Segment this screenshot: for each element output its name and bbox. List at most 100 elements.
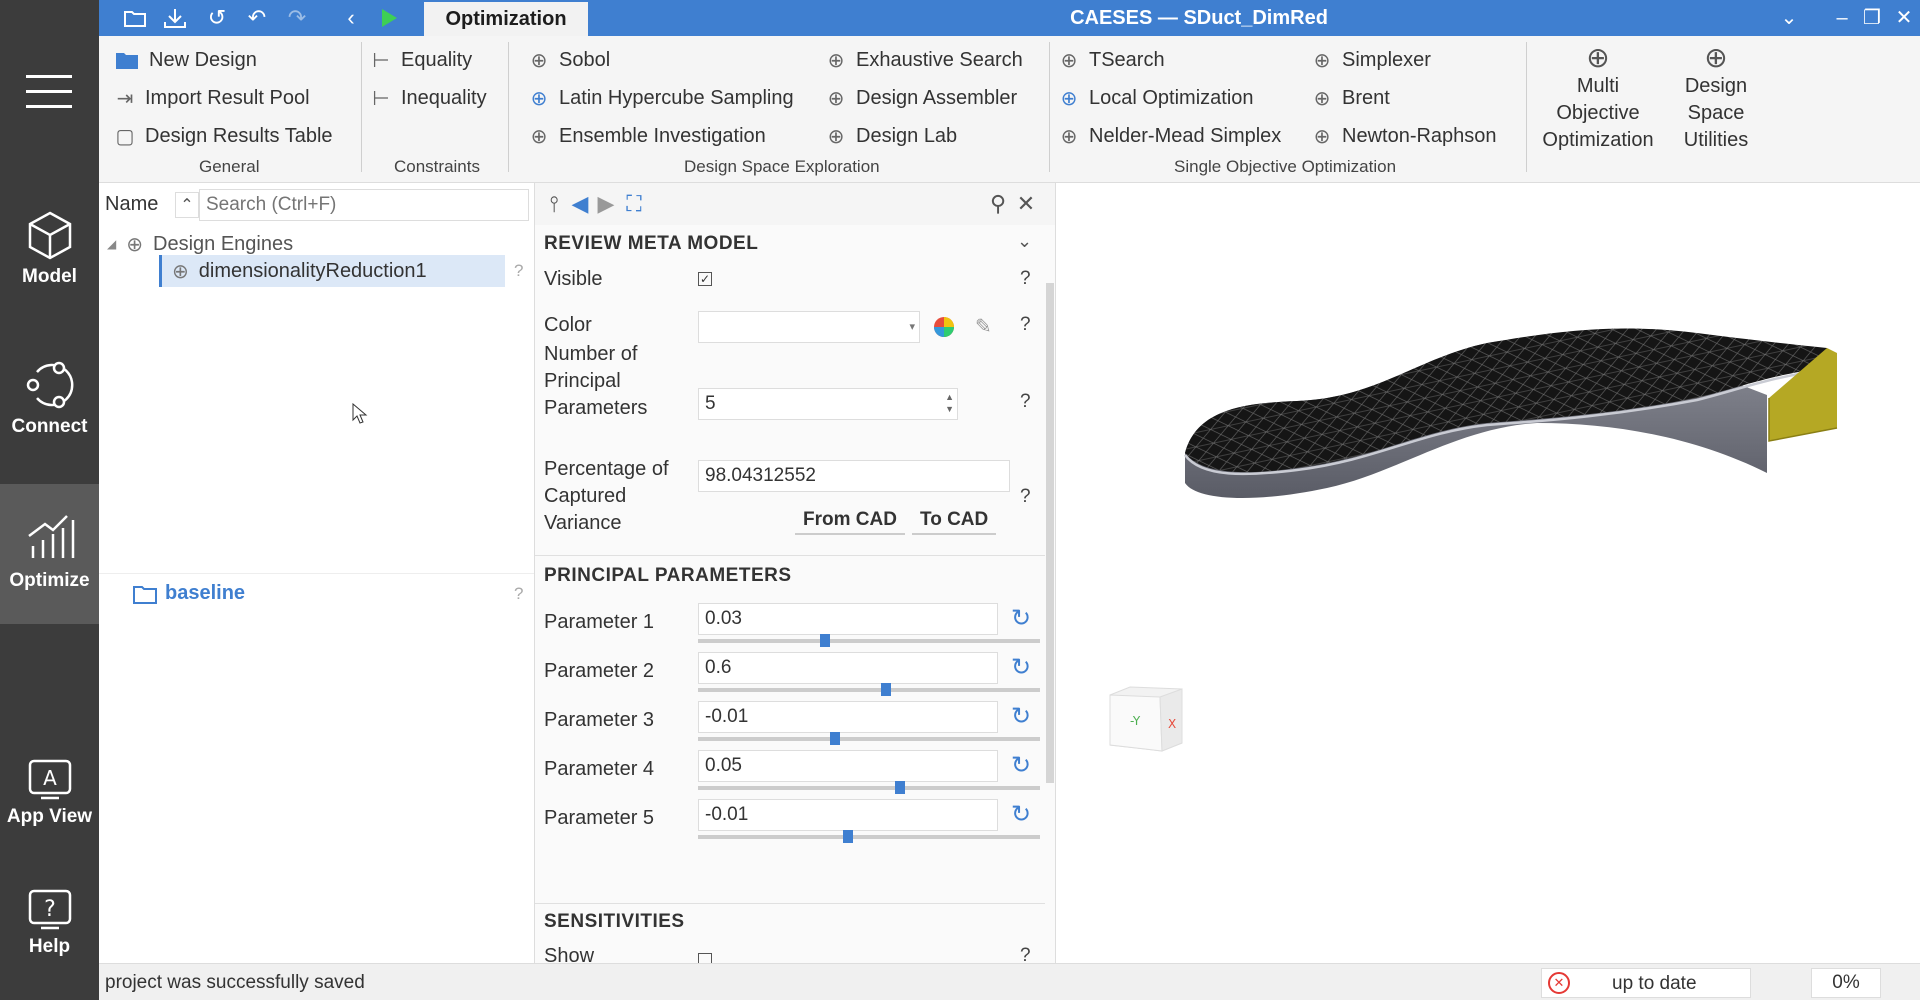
menu-icon[interactable] <box>26 75 72 109</box>
import-result-pool-button[interactable]: ⇥ Import Result Pool <box>115 82 310 114</box>
redo-icon[interactable]: ↷ <box>283 4 311 32</box>
inequality-button[interactable]: ⊢ Inequality <box>371 82 486 114</box>
color-wheel-icon[interactable] <box>933 316 955 338</box>
parameter-slider[interactable] <box>698 830 1040 843</box>
help-hint[interactable]: ? <box>514 584 523 604</box>
engine-icon: ⊕ <box>1313 87 1331 110</box>
latin-hypercube-button[interactable]: ⊕ Latin Hypercube Sampling <box>529 82 794 114</box>
parameter-slider[interactable] <box>698 781 1040 794</box>
pencil-icon[interactable]: ✎ <box>975 314 992 339</box>
tree-name-label: Name <box>105 193 159 215</box>
search-input[interactable] <box>199 189 529 221</box>
select-icon[interactable]: ⛶ <box>619 189 649 219</box>
reset-icon[interactable]: ↻ <box>1007 703 1035 731</box>
sidebar-item-connect[interactable]: Connect <box>0 360 99 450</box>
parameter-input[interactable]: -0.01 <box>698 701 998 733</box>
design-assembler-button[interactable]: ⊕ Design Assembler <box>826 82 1018 114</box>
from-cad-button[interactable]: From CAD <box>795 507 905 535</box>
slider-thumb[interactable] <box>829 732 840 745</box>
show-checkbox[interactable] <box>698 953 712 963</box>
sobol-button[interactable]: ⊕ Sobol <box>529 44 611 76</box>
sidebar-item-optimize[interactable]: Optimize <box>0 484 99 624</box>
back-icon[interactable]: ‹ <box>337 4 365 32</box>
undo-icon[interactable]: ↶ <box>243 4 271 32</box>
spinner-icon[interactable]: ▲ ▼ <box>945 391 954 415</box>
history-icon[interactable]: ↺ <box>203 4 231 32</box>
reset-icon[interactable]: ↻ <box>1007 752 1035 780</box>
search-icon[interactable]: ⚲ <box>983 189 1013 219</box>
chevron-down-icon[interactable]: ⌄ <box>1017 231 1032 252</box>
tsearch-button[interactable]: ⊕ TSearch <box>1059 44 1165 76</box>
ensemble-investigation-button[interactable]: ⊕ Ensemble Investigation <box>529 120 766 152</box>
run-icon[interactable] <box>375 4 403 32</box>
sidebar-item-app-view[interactable]: A App View <box>0 758 99 848</box>
help-hint[interactable]: ? <box>1020 268 1031 290</box>
pct-variance-field[interactable]: 98.04312552 <box>698 460 1010 492</box>
slider-thumb[interactable] <box>894 781 905 794</box>
simplexer-button[interactable]: ⊕ Simplexer <box>1312 44 1431 76</box>
engine-icon: ⊕ <box>1060 125 1078 148</box>
app-title: CAESES — SDuct_DimRed <box>1070 7 1328 29</box>
slider-thumb[interactable] <box>819 634 830 647</box>
sidebar-item-help[interactable]: ? Help <box>0 888 99 978</box>
multi-objective-optimization-button[interactable]: ⊕ Multi Objective Optimization <box>1536 44 1660 154</box>
reset-icon[interactable]: ↻ <box>1007 654 1035 682</box>
visible-checkbox[interactable]: ✓ <box>698 272 712 286</box>
parameter-slider[interactable] <box>698 732 1040 745</box>
open-folder-icon[interactable] <box>121 4 149 32</box>
parameter-label: Parameter 4 <box>544 758 655 780</box>
tree-node-dimensionality-reduction[interactable]: ⊕ dimensionalityReduction1 <box>159 255 505 287</box>
color-select[interactable]: ▾ <box>698 311 920 343</box>
exhaustive-search-button[interactable]: ⊕ Exhaustive Search <box>826 44 1023 76</box>
chevron-up-icon[interactable]: ⌃ <box>175 192 199 218</box>
baseline-row[interactable]: baseline ? <box>99 573 534 613</box>
parameter-input[interactable]: 0.03 <box>698 603 998 635</box>
svg-text:X: X <box>1168 717 1176 731</box>
parameter-input[interactable]: 0.6 <box>698 652 998 684</box>
scrollbar[interactable] <box>1046 283 1054 783</box>
reset-icon[interactable]: ↻ <box>1007 801 1035 829</box>
brent-button[interactable]: ⊕ Brent <box>1312 82 1390 114</box>
minimize-icon[interactable]: – <box>1828 4 1856 32</box>
visible-label: Visible <box>544 268 603 290</box>
error-icon: ✕ <box>1548 972 1570 994</box>
tab-optimization[interactable]: Optimization <box>424 2 588 36</box>
reset-icon[interactable]: ↻ <box>1007 605 1035 633</box>
sidebar-item-model[interactable]: Model <box>0 210 99 300</box>
design-lab-button[interactable]: ⊕ Design Lab <box>826 120 958 152</box>
folder-icon <box>116 53 138 69</box>
num-principal-params-input[interactable]: 5 ▲ ▼ <box>698 388 958 420</box>
main-sidebar: Model Connect Optimize A App View ? Help <box>0 0 99 1000</box>
design-results-table-button[interactable]: ▢ Design Results Table <box>115 120 333 152</box>
help-hint[interactable]: ? <box>1020 945 1031 963</box>
slider-thumb[interactable] <box>843 830 854 843</box>
equality-button[interactable]: ⊢ Equality <box>371 44 472 76</box>
new-design-button[interactable]: New Design <box>115 44 257 76</box>
cursor-icon <box>352 403 368 424</box>
design-space-utilities-button[interactable]: ⊕ Design Space Utilities <box>1664 44 1768 154</box>
help-hint[interactable]: ? <box>1020 314 1031 336</box>
newton-raphson-button[interactable]: ⊕ Newton-Raphson <box>1312 120 1497 152</box>
expand-icon[interactable]: ◢ <box>107 237 116 251</box>
engine-icon: ⊕ <box>1586 42 1610 73</box>
parameter-label: Parameter 3 <box>544 709 655 731</box>
close-icon[interactable]: ✕ <box>1890 4 1918 32</box>
help-hint[interactable]: ? <box>1020 486 1031 508</box>
help-hint[interactable]: ? <box>514 261 523 281</box>
restore-icon[interactable]: ❐ <box>1858 4 1886 32</box>
parameter-slider[interactable] <box>698 683 1040 696</box>
parameter-input[interactable]: 0.05 <box>698 750 998 782</box>
3d-viewport[interactable]: -Y X <box>1057 183 1920 963</box>
nelder-mead-button[interactable]: ⊕ Nelder-Mead Simplex <box>1059 120 1282 152</box>
slider-thumb[interactable] <box>881 683 892 696</box>
chevron-down-icon[interactable]: ⌄ <box>1775 4 1803 32</box>
local-optimization-button[interactable]: ⊕ Local Optimization <box>1059 82 1254 114</box>
download-icon[interactable] <box>161 4 189 32</box>
parameter-slider[interactable] <box>698 634 1040 647</box>
close-icon[interactable]: ✕ <box>1011 189 1041 219</box>
to-cad-button[interactable]: To CAD <box>912 507 997 535</box>
view-cube[interactable]: -Y X <box>1102 683 1192 763</box>
forward-arrow-icon[interactable]: ▶ <box>591 189 621 219</box>
parameter-input[interactable]: -0.01 <box>698 799 998 831</box>
help-hint[interactable]: ? <box>1020 391 1031 413</box>
